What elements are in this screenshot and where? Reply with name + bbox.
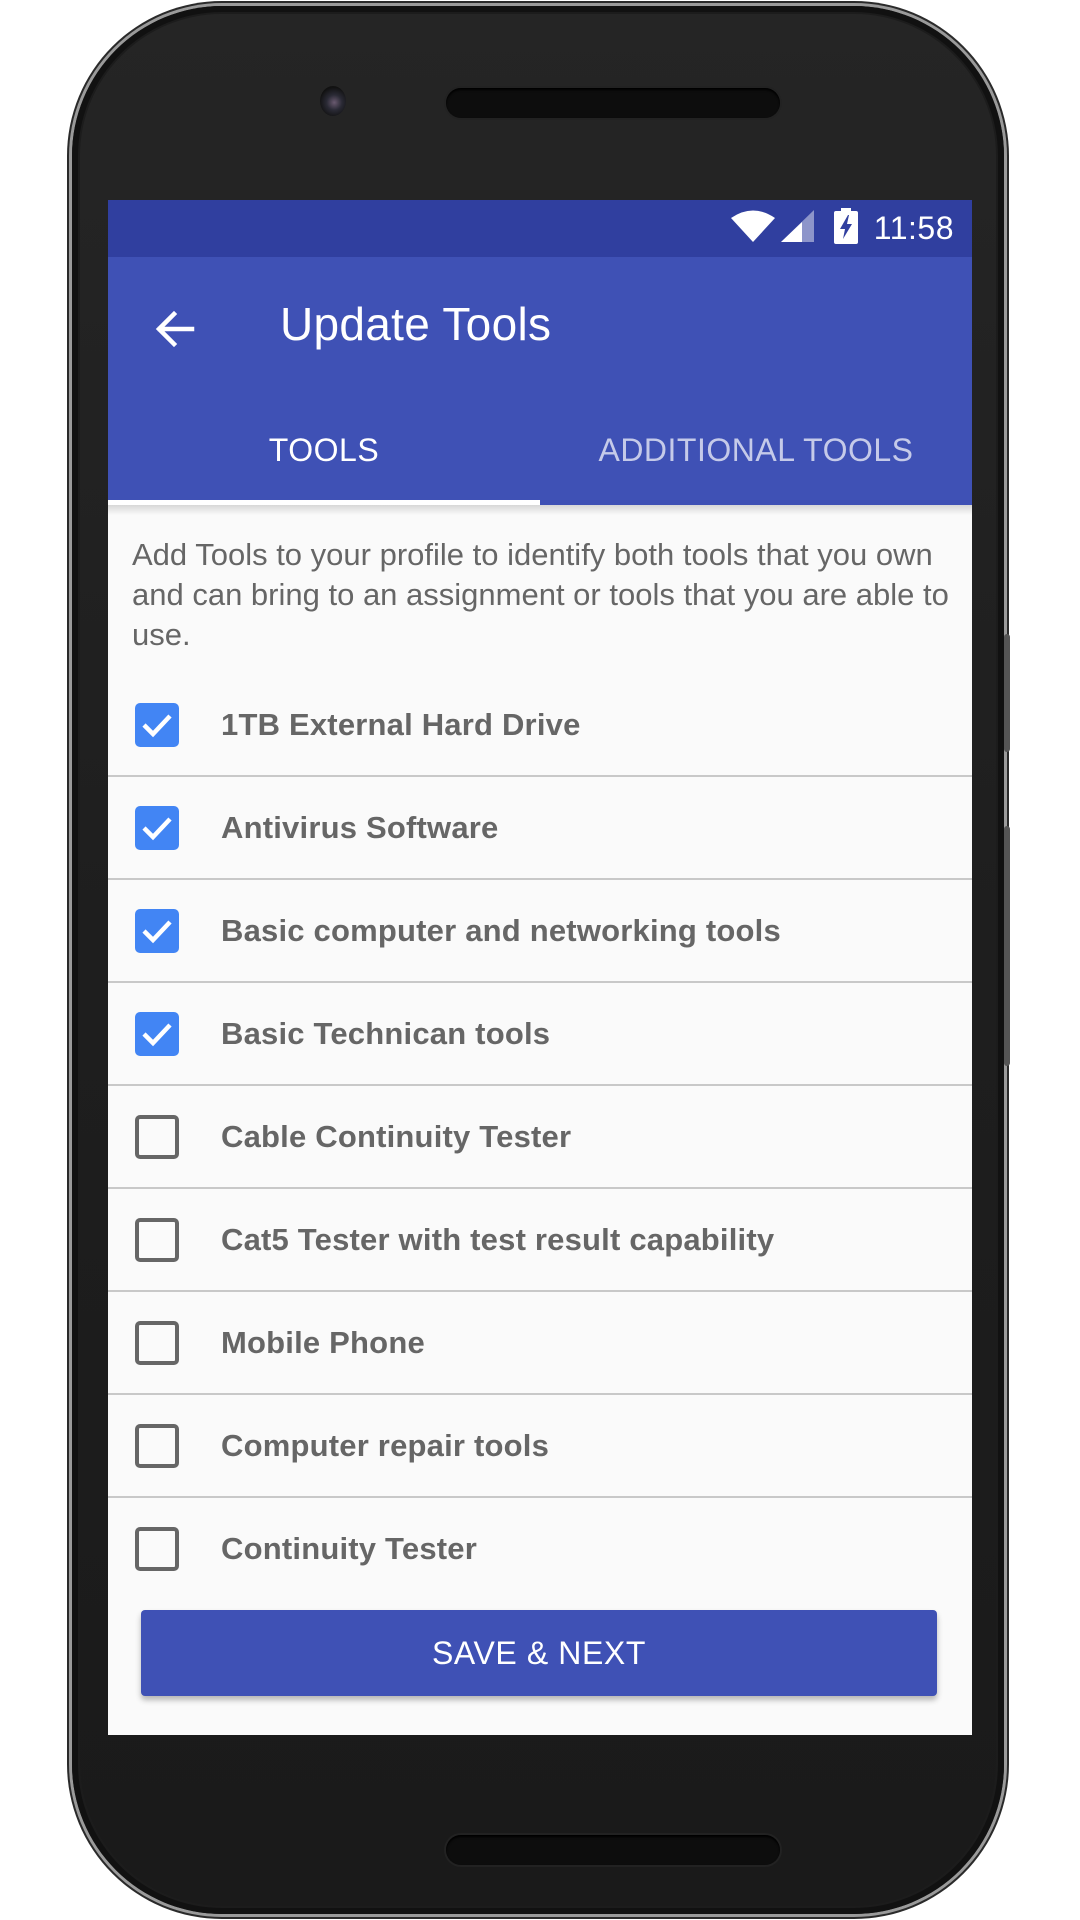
arrow-left-icon: [155, 310, 195, 348]
tool-item[interactable]: Mobile Phone: [108, 1292, 972, 1395]
tool-item[interactable]: Cat5 Tester with test result capability: [108, 1189, 972, 1292]
checkbox-checked[interactable]: [135, 702, 179, 747]
tool-label: Cable Continuity Tester: [221, 1118, 572, 1154]
cell-signal-icon: [780, 209, 816, 248]
tab-additional-tools[interactable]: ADDITIONAL TOOLS: [540, 405, 972, 505]
checkbox-checked[interactable]: [135, 805, 179, 850]
save-next-button[interactable]: SAVE & NEXT: [141, 1610, 937, 1696]
front-camera: [320, 86, 346, 116]
checkmark-icon: [142, 816, 172, 840]
tool-label: Antivirus Software: [221, 809, 499, 845]
wifi-icon: [730, 209, 776, 248]
tool-item[interactable]: Basic Technican tools: [108, 983, 972, 1086]
battery-charging-icon: [833, 207, 858, 249]
back-button[interactable]: [148, 301, 204, 357]
tool-item[interactable]: Computer repair tools: [108, 1395, 972, 1498]
checkmark-icon: [142, 713, 172, 737]
tool-label: 1TB External Hard Drive: [221, 706, 581, 742]
checkbox-unchecked[interactable]: [135, 1114, 179, 1159]
tool-item[interactable]: Basic computer and networking tools: [108, 880, 972, 983]
tool-item[interactable]: Antivirus Software: [108, 777, 972, 880]
power-button: [1004, 634, 1010, 752]
status-time: 11:58: [873, 209, 954, 246]
checkbox-checked[interactable]: [135, 908, 179, 953]
volume-button: [1004, 826, 1010, 1066]
checkbox-unchecked[interactable]: [135, 1526, 179, 1571]
tab-additional-tools-label: ADDITIONAL TOOLS: [598, 431, 914, 468]
tool-label: Computer repair tools: [221, 1427, 550, 1463]
checkmark-icon: [142, 1022, 172, 1046]
checkbox-unchecked[interactable]: [135, 1320, 179, 1365]
app-screen: 11:58 Update Tools TOOLS ADDITIONAL TOOL…: [108, 200, 972, 1735]
checkmark-icon: [142, 919, 172, 943]
tab-bar: TOOLS ADDITIONAL TOOLS: [108, 405, 972, 505]
checkbox-checked[interactable]: [135, 1011, 179, 1056]
tools-list: 1TB External Hard Drive Antivirus Softwa…: [108, 674, 972, 1572]
checkbox-unchecked[interactable]: [135, 1217, 179, 1262]
page-title: Update Tools: [280, 298, 552, 350]
tool-item[interactable]: 1TB External Hard Drive: [108, 674, 972, 777]
status-icons: 11:58: [730, 207, 954, 249]
tab-shadow: [108, 505, 972, 515]
tool-label: Continuity Tester: [221, 1530, 478, 1566]
tab-tools[interactable]: TOOLS: [108, 405, 540, 505]
checkbox-unchecked[interactable]: [135, 1423, 179, 1468]
tool-label: Cat5 Tester with test result capability: [221, 1221, 775, 1257]
tool-label: Basic computer and networking tools: [221, 912, 781, 948]
top-speaker: [446, 88, 780, 118]
tool-item[interactable]: Cable Continuity Tester: [108, 1086, 972, 1189]
app-bar: Update Tools TOOLS ADDITIONAL TOOLS: [108, 257, 972, 505]
tool-label: Mobile Phone: [221, 1324, 425, 1360]
tool-item[interactable]: Continuity Tester: [108, 1498, 972, 1572]
description-text: Add Tools to your profile to identify bo…: [132, 537, 949, 652]
status-bar: 11:58: [108, 200, 972, 257]
bottom-speaker: [446, 1835, 780, 1865]
tab-tools-label: TOOLS: [268, 431, 380, 468]
tool-label: Basic Technican tools: [221, 1015, 551, 1051]
